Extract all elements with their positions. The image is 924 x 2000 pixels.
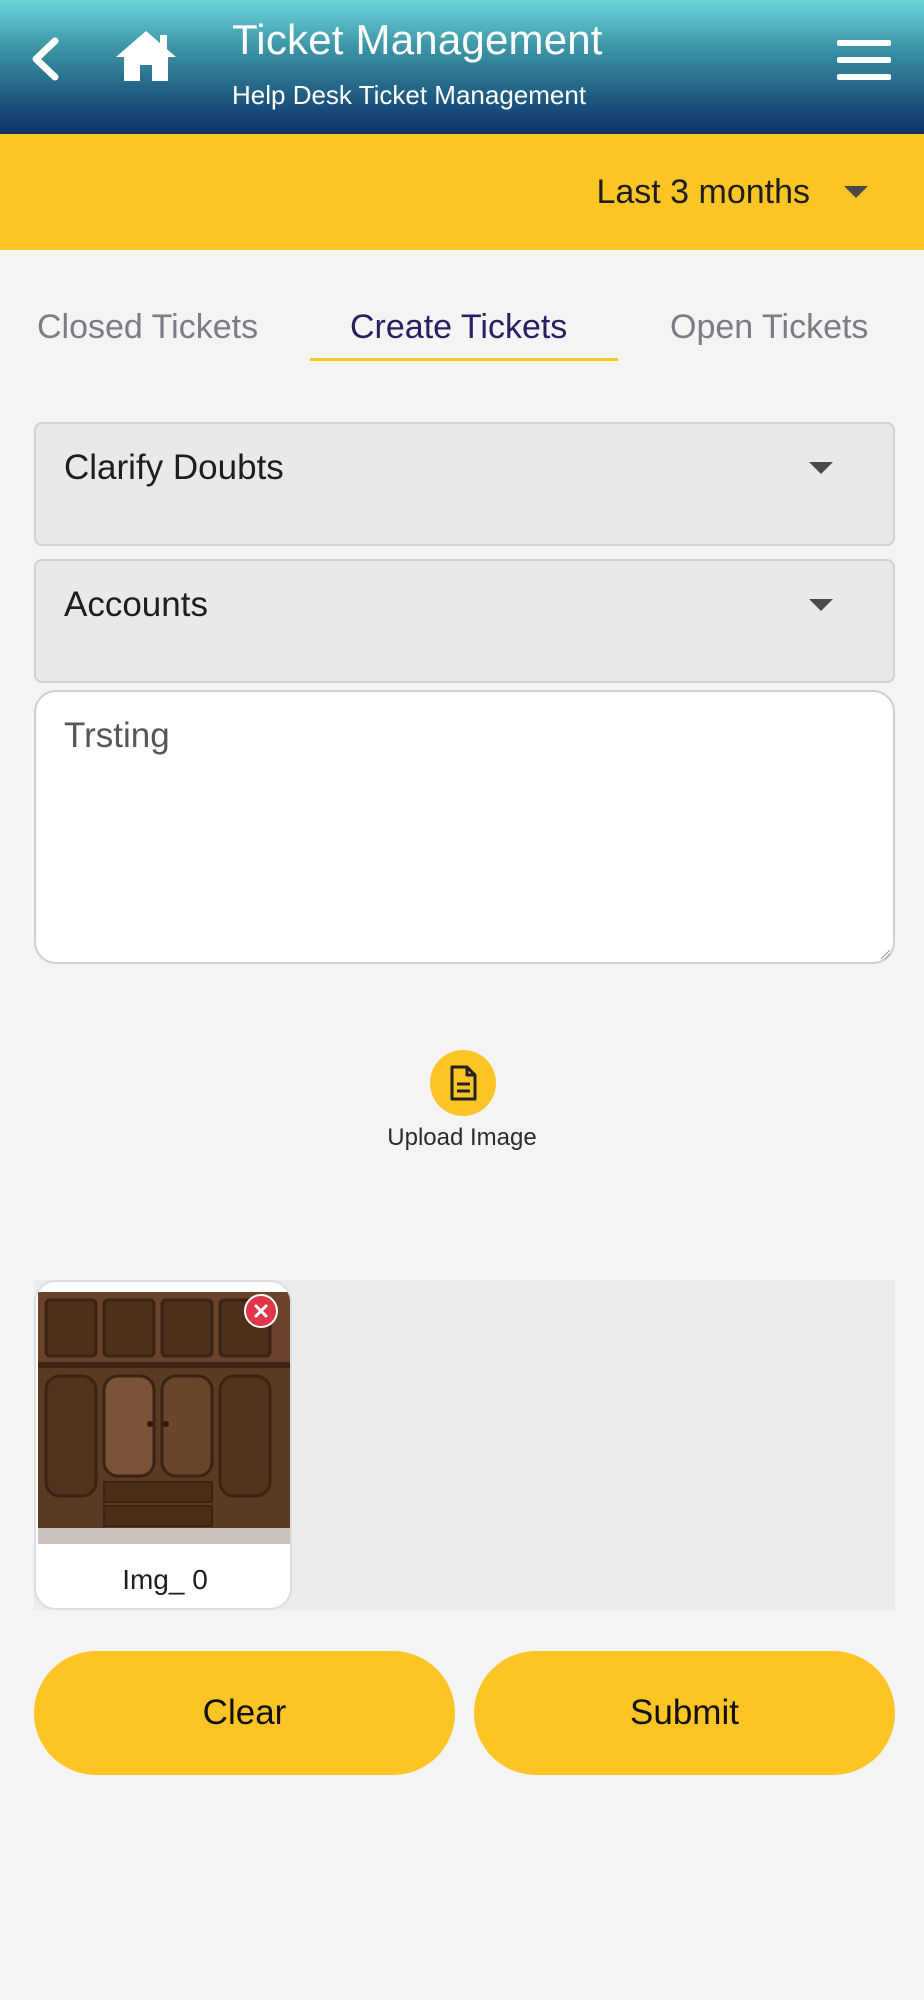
description-textarea[interactable]: Trsting xyxy=(34,690,895,964)
app-header: Ticket Management Help Desk Ticket Manag… xyxy=(0,0,924,134)
upload-image-label: Upload Image xyxy=(387,1124,537,1151)
attachment-label: Img_ 0 xyxy=(122,1564,208,1595)
caret-down-icon xyxy=(844,186,868,198)
description-value: Trsting xyxy=(64,716,170,755)
page-title: Ticket Management xyxy=(232,16,603,63)
department-value: Accounts xyxy=(64,585,208,624)
home-button[interactable] xyxy=(110,26,182,86)
period-dropdown[interactable]: Last 3 months xyxy=(596,164,868,220)
back-button[interactable] xyxy=(22,30,68,88)
chevron-left-icon xyxy=(32,37,59,81)
resize-grip-icon[interactable] xyxy=(879,948,891,960)
tab-open-tickets[interactable]: Open Tickets xyxy=(670,308,868,347)
caret-down-icon xyxy=(809,599,833,611)
home-icon xyxy=(116,31,176,81)
active-tab-indicator xyxy=(310,358,618,361)
tab-closed-tickets[interactable]: Closed Tickets xyxy=(37,308,258,347)
attachment-thumbnail xyxy=(38,1292,290,1544)
attachment-card[interactable]: Img_ 0 xyxy=(34,1280,292,1610)
upload-image-button[interactable]: Upload Image xyxy=(362,1048,562,1158)
clear-button[interactable]: Clear xyxy=(34,1651,455,1775)
ticket-type-value: Clarify Doubts xyxy=(64,448,284,487)
submit-button[interactable]: Submit xyxy=(474,1651,895,1775)
period-value: Last 3 months xyxy=(596,172,810,211)
remove-attachment-button[interactable] xyxy=(244,1294,278,1328)
menu-button[interactable] xyxy=(834,36,894,84)
ticket-tabs: Closed Tickets Create Tickets Open Ticke… xyxy=(0,300,924,366)
period-bar: Last 3 months xyxy=(0,134,924,250)
document-icon xyxy=(450,1065,477,1101)
ticket-type-select[interactable]: Clarify Doubts xyxy=(34,422,895,546)
page-subtitle: Help Desk Ticket Management xyxy=(232,80,587,110)
upload-icon-circle xyxy=(430,1050,496,1116)
close-icon xyxy=(254,1304,268,1318)
caret-down-icon xyxy=(809,462,833,474)
app-screen: Ticket Management Help Desk Ticket Manag… xyxy=(0,0,924,2000)
hamburger-menu-icon xyxy=(837,40,891,80)
attachment-gallery: Img_ 0 xyxy=(34,1280,895,1610)
department-select[interactable]: Accounts xyxy=(34,559,895,683)
tab-create-tickets[interactable]: Create Tickets xyxy=(350,308,567,347)
